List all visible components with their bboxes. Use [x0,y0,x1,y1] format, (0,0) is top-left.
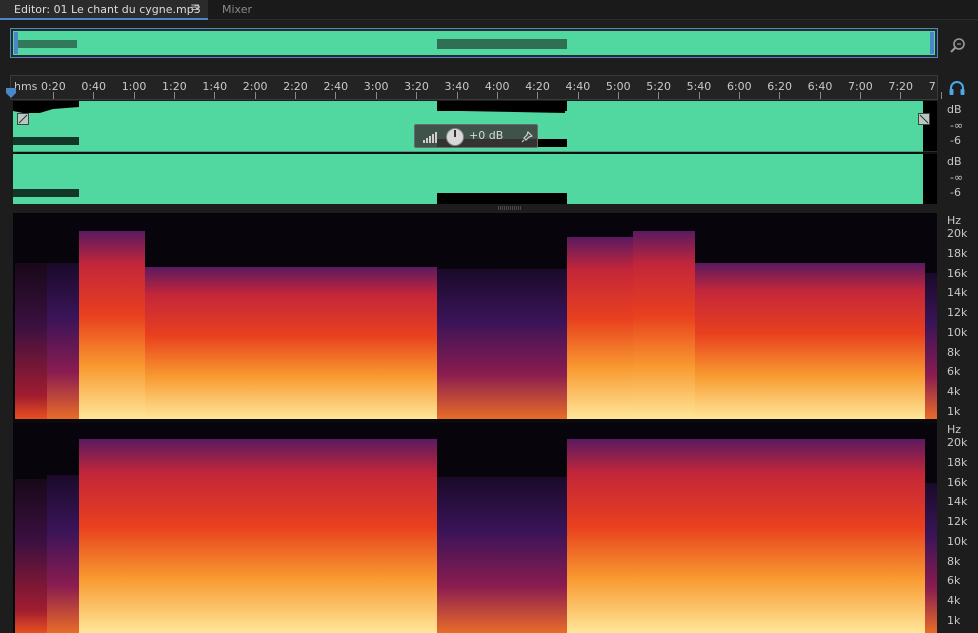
hz-tick-label: 4k [947,594,961,607]
hz-unit-label: Hz [947,423,962,436]
ruler-tick [375,92,377,99]
ruler-time-label: 7 [928,80,936,93]
hz-tick-label: 6k [947,365,961,378]
hz-tick-label: 8k [947,555,961,568]
overview-waveform-shape [17,39,567,49]
ruler-tick [416,92,418,99]
ruler-tick [93,92,95,99]
ruler-tick [658,92,660,99]
db-minus6-label-ch1: -6 [950,134,961,147]
editor-tab-bar: Editor: 01 Le chant du cygne.mp3 ≡ Mixer [0,0,978,20]
overview-navigator[interactable] [10,28,938,58]
volume-knob-icon[interactable] [445,127,465,147]
tab-editor[interactable]: Editor: 01 Le chant du cygne.mp3 [0,0,208,20]
ruler-tick [900,92,902,99]
hz-tick-label: 20k [947,436,968,449]
hz-tick-label: 1k [947,614,961,627]
ruler-tick [456,92,458,99]
zoom-magnifier-icon[interactable] [948,36,968,56]
time-ruler[interactable]: hms 0:20 0:40 1:00 1:20 1:40 2:00 2:20 2:40 3:00… [10,75,942,100]
tab-menu-icon[interactable]: ≡ [190,0,200,14]
ruler-tick [779,92,781,99]
tab-mixer-label: Mixer [222,3,253,16]
hz-tick-label: 18k [947,456,968,469]
hz-tick-label: 20k [947,227,968,240]
ruler-tick [698,92,700,99]
overview-range-start-handle[interactable] [14,32,18,54]
spectrogram-channel-2[interactable] [13,423,937,633]
ruler-tick [335,92,337,99]
hz-tick-label: 6k [947,574,961,587]
db-neg-inf-label-ch2: -∞ [950,171,964,184]
hz-tick-label: 14k [947,286,968,299]
hz-tick-label: 10k [947,326,968,339]
ruler-tick [496,92,498,99]
ruler-tick [537,92,539,99]
panel-resize-grip[interactable] [498,206,522,210]
tab-editor-label: Editor: 01 Le chant du cygne.mp3 [14,3,201,16]
spectrogram-channel-1[interactable] [13,213,937,419]
waveform-view[interactable] [13,101,937,204]
headphones-icon[interactable] [948,80,966,96]
ruler-tick [819,92,821,99]
ruler-tick [617,92,619,99]
hz-tick-label: 18k [947,247,968,260]
ruler-tick [174,92,176,99]
tab-mixer[interactable]: Mixer [208,0,276,20]
hz-tick-label: 8k [947,346,961,359]
ruler-tick [577,92,579,99]
db-neg-inf-label-ch1: -∞ [950,119,964,132]
fade-out-handle-icon[interactable] [918,113,930,125]
fade-in-handle-icon[interactable] [17,113,29,125]
ruler-tick [214,92,216,99]
hz-tick-label: 14k [947,495,968,508]
db-unit-label-ch2: dB [947,155,962,168]
hz-tick-label: 10k [947,535,968,548]
playhead-marker-icon[interactable] [6,88,16,98]
overview-range-end-handle[interactable] [930,32,934,54]
hz-tick-label: 12k [947,515,968,528]
hz-tick-label: 16k [947,267,968,280]
amplitude-hud[interactable]: +0 dB [414,124,538,148]
ruler-tick [53,92,54,99]
hz-tick-label: 4k [947,385,961,398]
ruler-tick [254,92,256,99]
hz-tick-label: 16k [947,476,968,489]
amplitude-value: +0 dB [469,129,504,142]
hz-unit-label: Hz [947,214,962,227]
ruler-tick [133,92,135,99]
hz-tick-label: 1k [947,405,961,418]
ruler-tick [940,92,942,99]
db-unit-label-ch1: dB [947,103,962,116]
pin-icon[interactable] [521,131,533,143]
ruler-tick [860,92,861,99]
ruler-unit-label: hms [14,80,38,93]
waveform-channels [13,101,937,204]
level-meter-icon [423,132,437,143]
ruler-tick [738,92,740,99]
db-minus6-label-ch2: -6 [950,186,961,199]
hz-tick-label: 12k [947,306,968,319]
ruler-tick [295,92,297,99]
